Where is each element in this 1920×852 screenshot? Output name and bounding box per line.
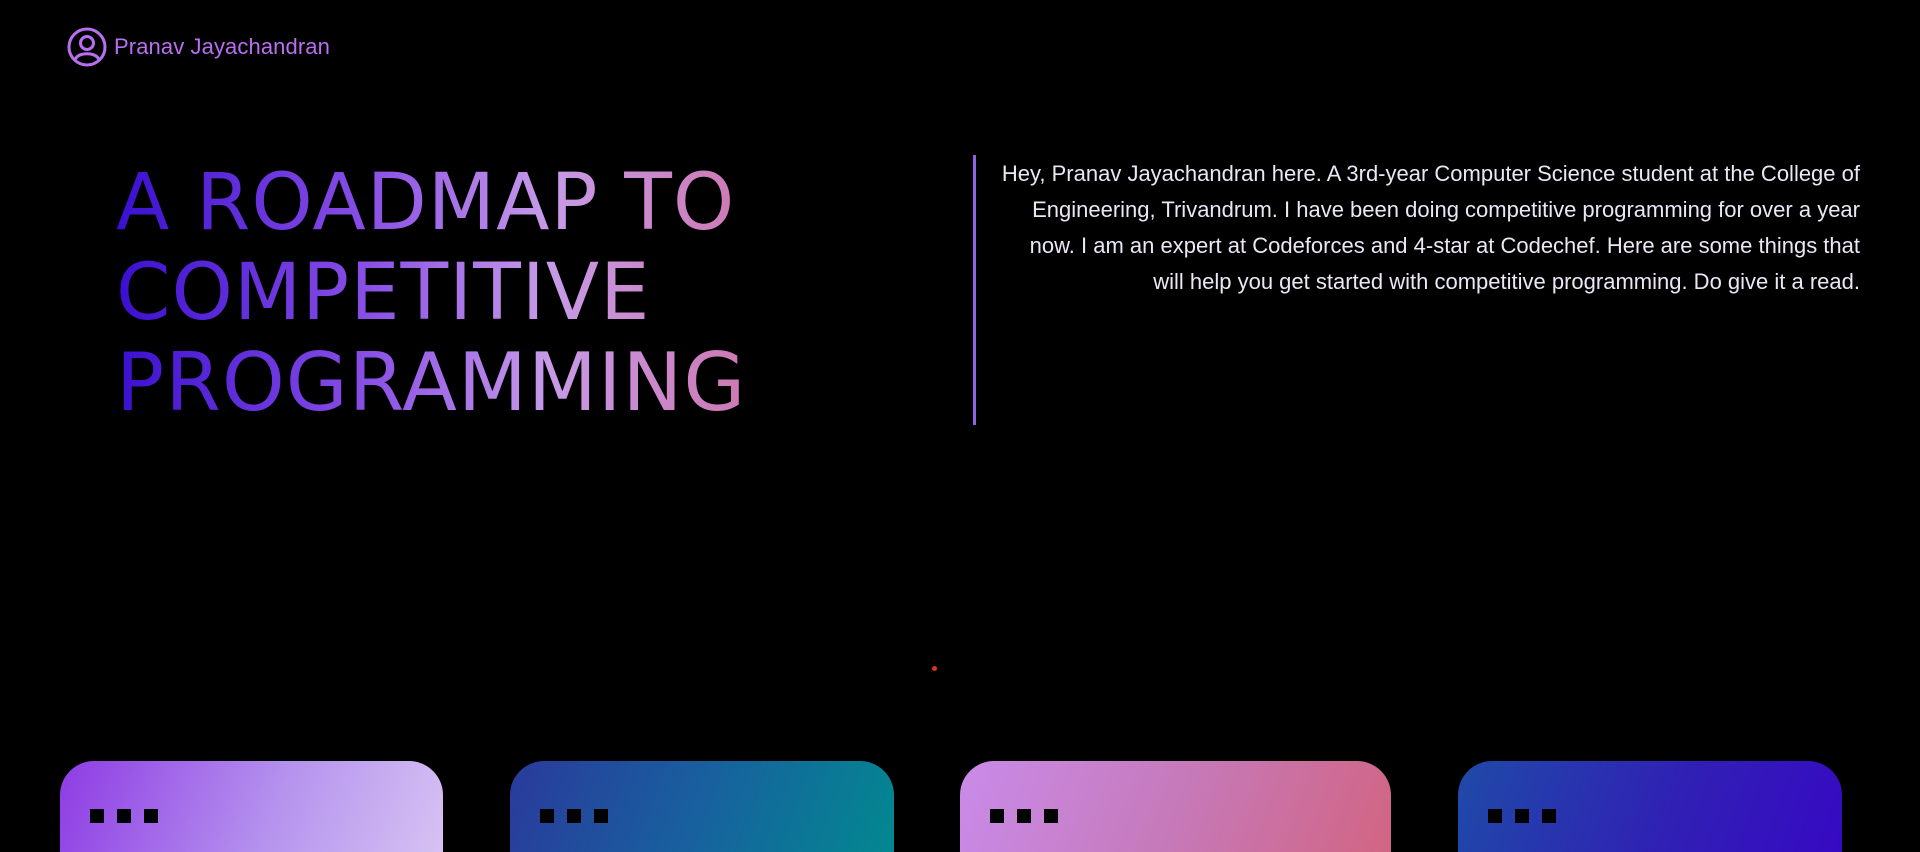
square-icon <box>1488 809 1502 823</box>
hero-title-line: PROGRAMMING <box>116 338 836 428</box>
square-icon <box>90 809 104 823</box>
window-controls <box>990 809 1071 823</box>
square-icon <box>1017 809 1031 823</box>
square-icon <box>117 809 131 823</box>
square-icon <box>594 809 608 823</box>
window-controls <box>540 809 621 823</box>
roadmap-card[interactable] <box>510 761 894 852</box>
window-controls <box>90 809 171 823</box>
hero-title: A ROADMAP TO COMPETITIVE PROGRAMMING <box>116 158 836 428</box>
intro-paragraph: Hey, Pranav Jayachandran here. A 3rd-yea… <box>1001 161 1860 294</box>
vertical-divider <box>973 155 976 425</box>
roadmap-card[interactable] <box>1458 761 1842 852</box>
square-icon <box>990 809 1004 823</box>
user-circle-icon <box>66 26 108 68</box>
square-icon <box>1515 809 1529 823</box>
square-icon <box>1542 809 1556 823</box>
page: Pranav Jayachandran A ROADMAP TO COMPETI… <box>0 0 1920 852</box>
indicator-dot <box>932 666 937 671</box>
hero-title-line: A ROADMAP TO <box>116 158 836 248</box>
window-controls <box>1488 809 1569 823</box>
roadmap-card[interactable] <box>60 761 443 852</box>
square-icon <box>144 809 158 823</box>
roadmap-card[interactable] <box>960 761 1391 852</box>
brand-link[interactable]: Pranav Jayachandran <box>66 26 330 68</box>
brand-name: Pranav Jayachandran <box>114 34 330 59</box>
square-icon <box>567 809 581 823</box>
square-icon <box>1044 809 1058 823</box>
hero-title-line: COMPETITIVE <box>116 248 836 338</box>
square-icon <box>540 809 554 823</box>
